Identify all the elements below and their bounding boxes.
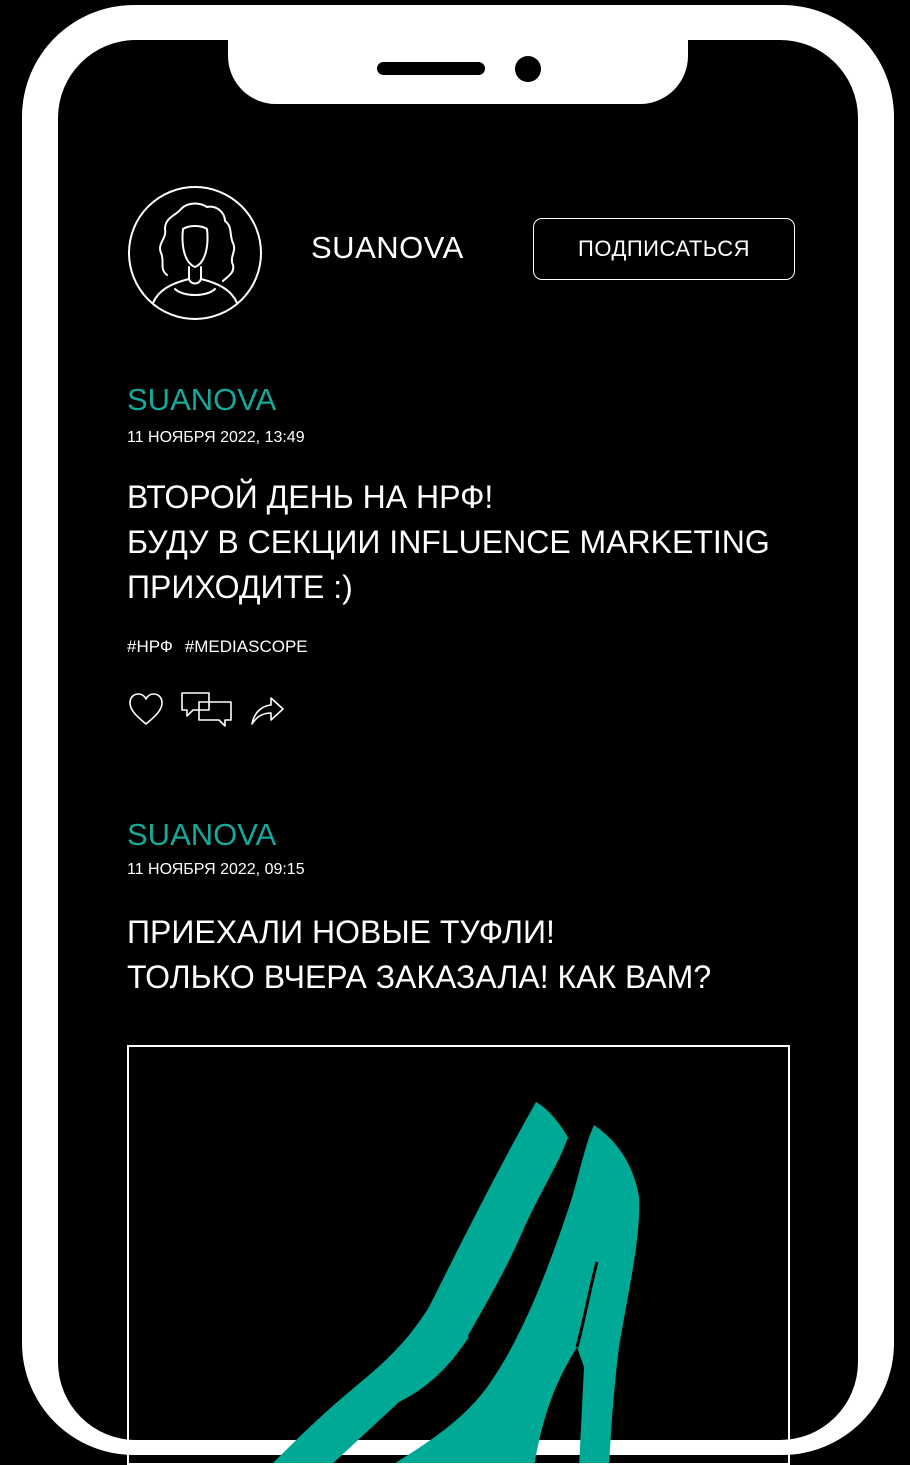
share-icon[interactable] xyxy=(249,691,285,732)
post-text-line: ВТОРОЙ ДЕНЬ НА НРФ! xyxy=(127,479,494,515)
post-tags: #НРФ #MEDIASCOPE xyxy=(127,636,308,658)
post-date: 11 НОЯБРЯ 2022, 13:49 xyxy=(127,429,305,446)
comments-icon[interactable] xyxy=(179,690,235,733)
post-text: ВТОРОЙ ДЕНЬ НА НРФ! БУДУ В СЕКЦИИ INFLUE… xyxy=(127,475,770,610)
hashtag-link[interactable]: #MEDIASCOPE xyxy=(185,636,308,658)
post-image[interactable] xyxy=(127,1045,790,1465)
post-date: 11 НОЯБРЯ 2022, 09:15 xyxy=(127,861,305,878)
post-text-line: БУДУ В СЕКЦИИ INFLUENCE MARKETING xyxy=(127,524,770,560)
profile-name[interactable]: SUANOVA xyxy=(311,228,464,268)
post-author[interactable]: SUANOVA xyxy=(127,817,276,853)
front-camera xyxy=(515,56,541,82)
heart-icon[interactable] xyxy=(127,691,165,732)
subscribe-button[interactable]: ПОДПИСАТЬСЯ xyxy=(533,218,795,280)
woman-avatar-icon xyxy=(128,186,262,320)
post-text: ПРИЕХАЛИ НОВЫЕ ТУФЛИ! ТОЛЬКО ВЧЕРА ЗАКАЗ… xyxy=(127,910,711,1000)
speaker-grille xyxy=(377,62,485,75)
post-author[interactable]: SUANOVA xyxy=(127,382,276,418)
post-text-line: ПРИХОДИТЕ :) xyxy=(127,569,353,605)
post-actions xyxy=(127,690,285,733)
hashtag-link[interactable]: #НРФ xyxy=(127,636,173,658)
post-text-line: ПРИЕХАЛИ НОВЫЕ ТУФЛИ! xyxy=(127,914,555,950)
high-heel-shoe-icon xyxy=(273,1102,640,1463)
avatar[interactable] xyxy=(127,185,263,321)
post-text-line: ТОЛЬКО ВЧЕРА ЗАКАЗАЛА! КАК ВАМ? xyxy=(127,959,712,995)
